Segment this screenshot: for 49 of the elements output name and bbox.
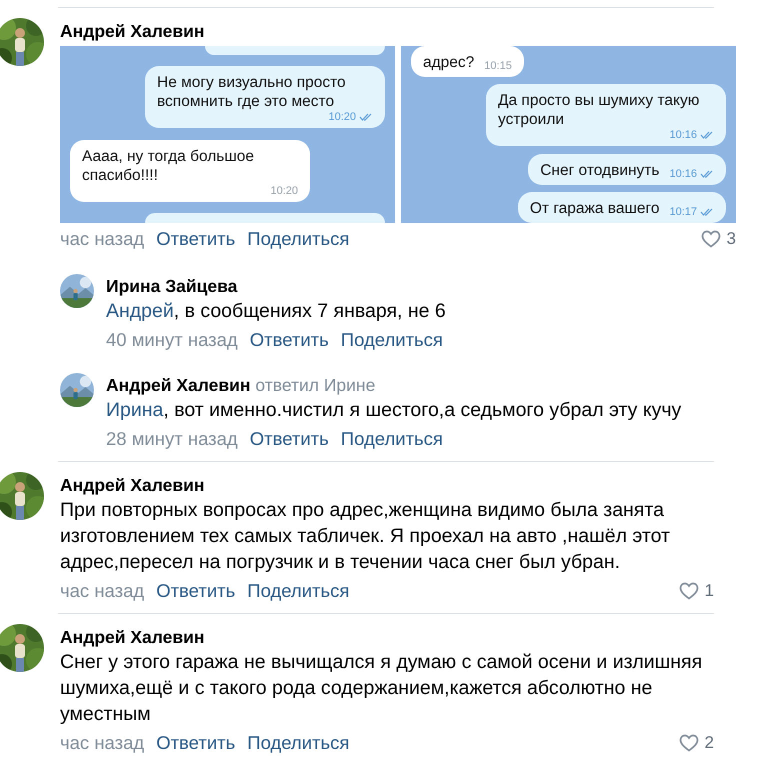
comment-text: Андрей, в сообщениях 7 января, не 6 [106, 299, 447, 324]
message-time: 10:16 [669, 168, 697, 180]
reply-to-label: ответил Ирине [255, 375, 376, 395]
action-link[interactable]: Поделиться [340, 329, 443, 351]
message-text: Снег отодвинуть [540, 160, 660, 180]
like-icon[interactable] [678, 582, 699, 600]
action-link[interactable]: Поделиться [247, 228, 350, 250]
author-name[interactable]: Андрей Халевин [106, 375, 250, 395]
like-icon[interactable] [678, 734, 699, 752]
comment-text: При повторных вопросах про адрес,женщина видимо была занята изготовлением тех самых табличек. Я проехал на авто ,нашёл этот адрес,пересел на погрузчик и в течении часа снег был убран. [60, 498, 671, 575]
like-count: 3 [726, 229, 736, 249]
action-link[interactable]: Ответить [156, 732, 236, 754]
action-link[interactable]: Ответить [156, 228, 236, 250]
message-text: Не могу визуально просто вспомнить где это место [157, 73, 347, 112]
message-time: 10:17 [669, 206, 697, 218]
comment-time: час назад [60, 732, 144, 754]
like-count: 1 [704, 581, 714, 601]
mention-link[interactable]: Ирина [106, 399, 164, 421]
action-link[interactable]: Поделиться [340, 428, 443, 450]
message-text: адрес? [423, 53, 474, 72]
mention-link[interactable]: Андрей [106, 300, 174, 322]
comment-text: Ирина, вот именно.чистил я шестого,а седьмого убрал эту кучу [106, 398, 682, 423]
comment-time: 40 минут назад [106, 329, 238, 351]
message-text: Да просто вы шумиху такую устроили [498, 91, 700, 130]
message-text: Аааа, ну тогда большое спасибо!!!! [82, 146, 256, 185]
message-time: 10:20 [328, 111, 356, 124]
comment-time: 28 минут назад [106, 428, 238, 450]
comment-text: Снег у этого гаража не вычищался я думаю с самой осени и излишняя шумиха,ещё и с такого рода содержанием,кажется абсолютно не уместным [60, 650, 704, 727]
author-name[interactable]: Ирина Зайцева [106, 276, 238, 296]
action-link[interactable]: Ответить [250, 329, 329, 351]
like-count: 2 [704, 733, 714, 753]
message-time: 10:16 [669, 129, 697, 142]
double-check-icon [359, 113, 373, 122]
comment-time: час назад [60, 580, 144, 602]
action-link[interactable]: Ответить [156, 580, 236, 602]
like-icon[interactable] [700, 230, 721, 248]
author-name[interactable]: Андрей Халевин [60, 21, 204, 41]
double-check-icon [700, 208, 714, 216]
author-name[interactable]: Андрей Халевин [60, 627, 204, 647]
author-name[interactable]: Андрей Халевин [60, 475, 204, 495]
message-time: 10:15 [484, 60, 512, 72]
message-time: 10:20 [270, 184, 298, 197]
double-check-icon [700, 170, 714, 178]
comment-time: час назад [60, 228, 144, 250]
action-link[interactable]: Поделиться [247, 732, 350, 754]
message-text: От гаража вашего [530, 198, 660, 218]
action-link[interactable]: Ответить [250, 428, 329, 450]
double-check-icon [700, 131, 714, 140]
action-link[interactable]: Поделиться [247, 580, 350, 602]
